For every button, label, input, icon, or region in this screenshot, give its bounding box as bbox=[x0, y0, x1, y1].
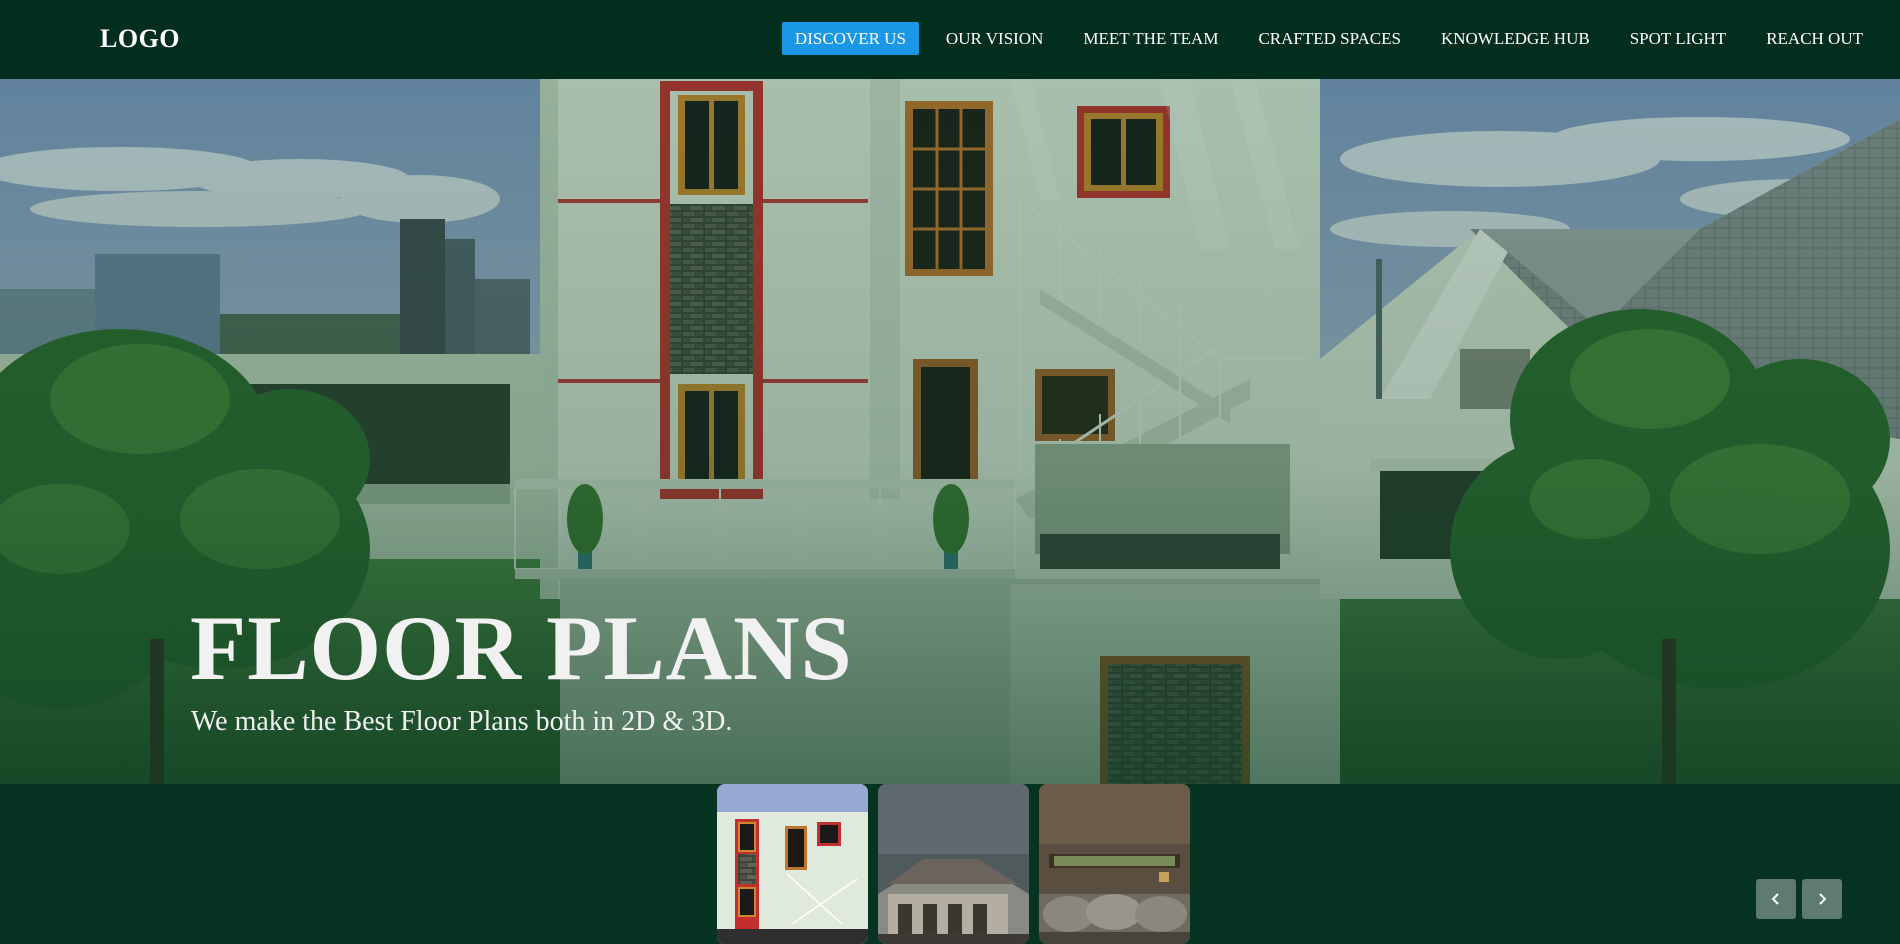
carousel-next-button[interactable] bbox=[1802, 879, 1842, 919]
nav-our-vision[interactable]: OUR VISION bbox=[933, 22, 1056, 55]
nav-spot-light[interactable]: SPOT LIGHT bbox=[1617, 22, 1740, 55]
thumbnail-stone-villa[interactable] bbox=[878, 784, 1029, 944]
carousel-strip bbox=[0, 784, 1900, 944]
nav-reach-out[interactable]: REACH OUT bbox=[1753, 22, 1876, 55]
thumbnail-list bbox=[717, 784, 1190, 944]
site-header: LOGO DISCOVER US OUR VISION MEET THE TEA… bbox=[0, 0, 1900, 79]
main-nav: DISCOVER US OUR VISION MEET THE TEAM CRA… bbox=[775, 22, 1900, 55]
nav-knowledge-hub[interactable]: KNOWLEDGE HUB bbox=[1428, 22, 1603, 55]
hero-banner: FLOOR PLANS We make the Best Floor Plans… bbox=[0, 79, 1900, 784]
hero-subtitle: We make the Best Floor Plans both in 2D … bbox=[191, 706, 733, 737]
nav-meet-the-team[interactable]: MEET THE TEAM bbox=[1070, 22, 1231, 55]
thumbnail-house-exterior[interactable] bbox=[717, 784, 868, 944]
carousel-controls bbox=[1756, 879, 1842, 919]
chevron-right-icon bbox=[1819, 893, 1827, 905]
carousel-prev-button[interactable] bbox=[1756, 879, 1796, 919]
hero-title: FLOOR PLANS bbox=[190, 597, 853, 699]
nav-crafted-spaces[interactable]: CRAFTED SPACES bbox=[1245, 22, 1414, 55]
chevron-left-icon bbox=[1771, 893, 1779, 905]
nav-discover-us[interactable]: DISCOVER US bbox=[781, 22, 919, 55]
logo[interactable]: LOGO bbox=[100, 24, 180, 54]
thumbnail-living-room[interactable] bbox=[1039, 784, 1190, 944]
